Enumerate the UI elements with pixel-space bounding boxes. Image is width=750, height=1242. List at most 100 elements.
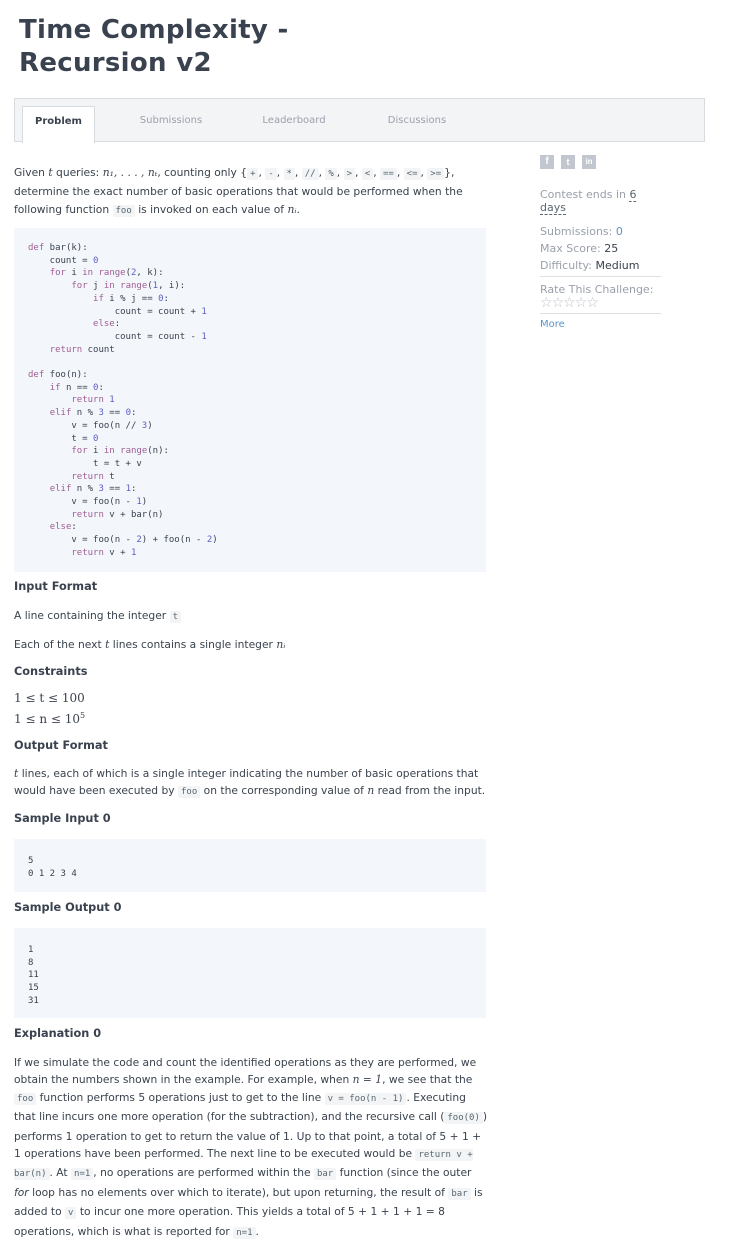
contest-ends: Contest ends in 6 days (540, 188, 665, 215)
star-icon[interactable]: ☆ (575, 295, 588, 311)
code-line: return v + bar(n) (71, 509, 164, 520)
code-line: return t (71, 471, 115, 482)
sample-input-block: 5 0 1 2 3 4 (14, 839, 486, 892)
math-n-i: nᵢ (276, 638, 286, 651)
operator: > (343, 168, 355, 180)
constraint-n: 1 ≤ n ≤ 105 (14, 707, 488, 728)
inline-code: v (65, 1207, 77, 1220)
separator: , (373, 166, 381, 179)
constraints-heading: Constraints (14, 665, 88, 678)
code-block: def bar(k): count = 0 for i in range(2, … (14, 228, 486, 572)
inline-code: n=1 (233, 1226, 256, 1239)
label: Difficulty: (540, 259, 592, 272)
inline-code: foo(0) (444, 1112, 483, 1125)
sample-line: 15 (28, 983, 39, 994)
operator: - (265, 168, 277, 180)
star-icon[interactable]: ☆ (563, 295, 576, 311)
text: to incur one more operation. This yields… (14, 1205, 445, 1238)
tab-problem[interactable]: Problem (22, 106, 95, 143)
code-line: for i in range(n): (71, 446, 169, 457)
sample-output-heading: Sample Output 0 (14, 901, 122, 914)
operator: < (361, 168, 374, 180)
explanation-heading: Explanation 0 (14, 1027, 102, 1040)
text: A line containing the integer (14, 609, 167, 622)
sample-line: 0 1 2 3 4 (28, 868, 77, 879)
text: , no operations are performed within the (93, 1166, 311, 1180)
separator: , (396, 166, 404, 179)
divider (540, 313, 661, 314)
sample-line: 31 (28, 995, 39, 1006)
text: function (since the outer (339, 1166, 472, 1180)
rating-stars: ☆☆☆☆☆ (540, 295, 665, 311)
sample-line: 8 (28, 957, 34, 968)
twitter-icon[interactable]: t (561, 155, 575, 169)
code-line: def foo(n): (28, 370, 88, 381)
tab-discussions[interactable]: Discussions (377, 106, 457, 143)
more-link[interactable]: More (540, 319, 665, 330)
operator: % (325, 168, 337, 180)
text: }, (444, 166, 455, 179)
submissions-count-link[interactable]: 0 (616, 225, 623, 238)
inline-code: n=1 (71, 1168, 94, 1181)
separator: , (294, 166, 302, 179)
input-format-line1: A line containing the integer t (14, 607, 488, 626)
inline-code-foo: foo (178, 786, 201, 799)
text: Given (14, 166, 45, 179)
code-line: for j in range(1, i): (71, 281, 186, 292)
code-line: v = foo(n - 1) (28, 497, 148, 508)
sample-line: 1 (28, 945, 34, 955)
operator: <= (403, 168, 421, 180)
code-line: count = count + 1 (28, 306, 207, 317)
divider (540, 276, 661, 277)
code-line: elif n % 3 == 0: (49, 408, 137, 419)
sample-output-block: 1 8 11 15 31 (14, 928, 486, 1018)
code-line: t = 0 (28, 433, 99, 444)
sample-line: 11 (28, 970, 39, 981)
text: is invoked on each value of (138, 202, 285, 216)
text: read from the input. (377, 784, 486, 798)
operator: + (247, 168, 259, 180)
tab-bar: Problem Submissions Leaderboard Discussi… (14, 98, 705, 143)
facebook-icon[interactable]: f (540, 155, 554, 169)
input-format-heading: Input Format (14, 580, 98, 593)
operator: // (301, 168, 319, 180)
operators-list: +, -, *, //, %, >, <, ==, <=, >= (247, 166, 445, 180)
separator: , (336, 166, 344, 179)
math-n-eq-1: n = 1 (352, 1073, 383, 1087)
math-t: t (48, 166, 53, 179)
sample-line: 5 (28, 856, 34, 866)
code-line: return v + 1 (71, 547, 137, 558)
text: , we see that the (382, 1073, 473, 1087)
difficulty-value: Medium (595, 259, 640, 272)
code-line: else: (93, 319, 121, 330)
star-icon[interactable]: ☆ (586, 295, 599, 311)
code-line: return 1 (71, 395, 115, 406)
inline-code-t: t (169, 611, 182, 623)
tab-submissions[interactable]: Submissions (127, 106, 215, 143)
code-line: def bar(k): (28, 243, 88, 253)
text: . At (49, 1166, 68, 1180)
exponent: 5 (80, 711, 86, 720)
code-line: v = foo(n - 2) + foo(n - 2) (28, 535, 218, 546)
star-icon[interactable]: ☆ (552, 295, 565, 311)
code-line: t = t + v (28, 458, 142, 469)
contest-label: Contest ends in (540, 188, 626, 201)
output-format-heading: Output Format (14, 739, 108, 752)
operator: * (283, 168, 295, 180)
code-line: v = foo(n // 3) (28, 420, 153, 431)
tab-leaderboard[interactable]: Leaderboard (251, 106, 337, 143)
submissions-stat: Submissions: 0 (540, 223, 665, 240)
text: loop has no elements over which to itera… (32, 1185, 445, 1199)
text: , counting only { (157, 166, 248, 179)
code-line: if i % j == 0: (93, 293, 169, 304)
text: . (255, 1224, 259, 1238)
linkedin-icon[interactable]: in (582, 155, 596, 169)
max-score-value: 25 (604, 242, 619, 255)
max-score-stat: Max Score: 25 (540, 240, 665, 257)
math-t: t (14, 767, 19, 780)
star-icon[interactable]: ☆ (540, 295, 553, 311)
math-t: t (105, 638, 110, 651)
inline-code-foo: foo (112, 204, 135, 217)
constraints-list: 1 ≤ t ≤ 100 1 ≤ n ≤ 105 (14, 690, 488, 728)
